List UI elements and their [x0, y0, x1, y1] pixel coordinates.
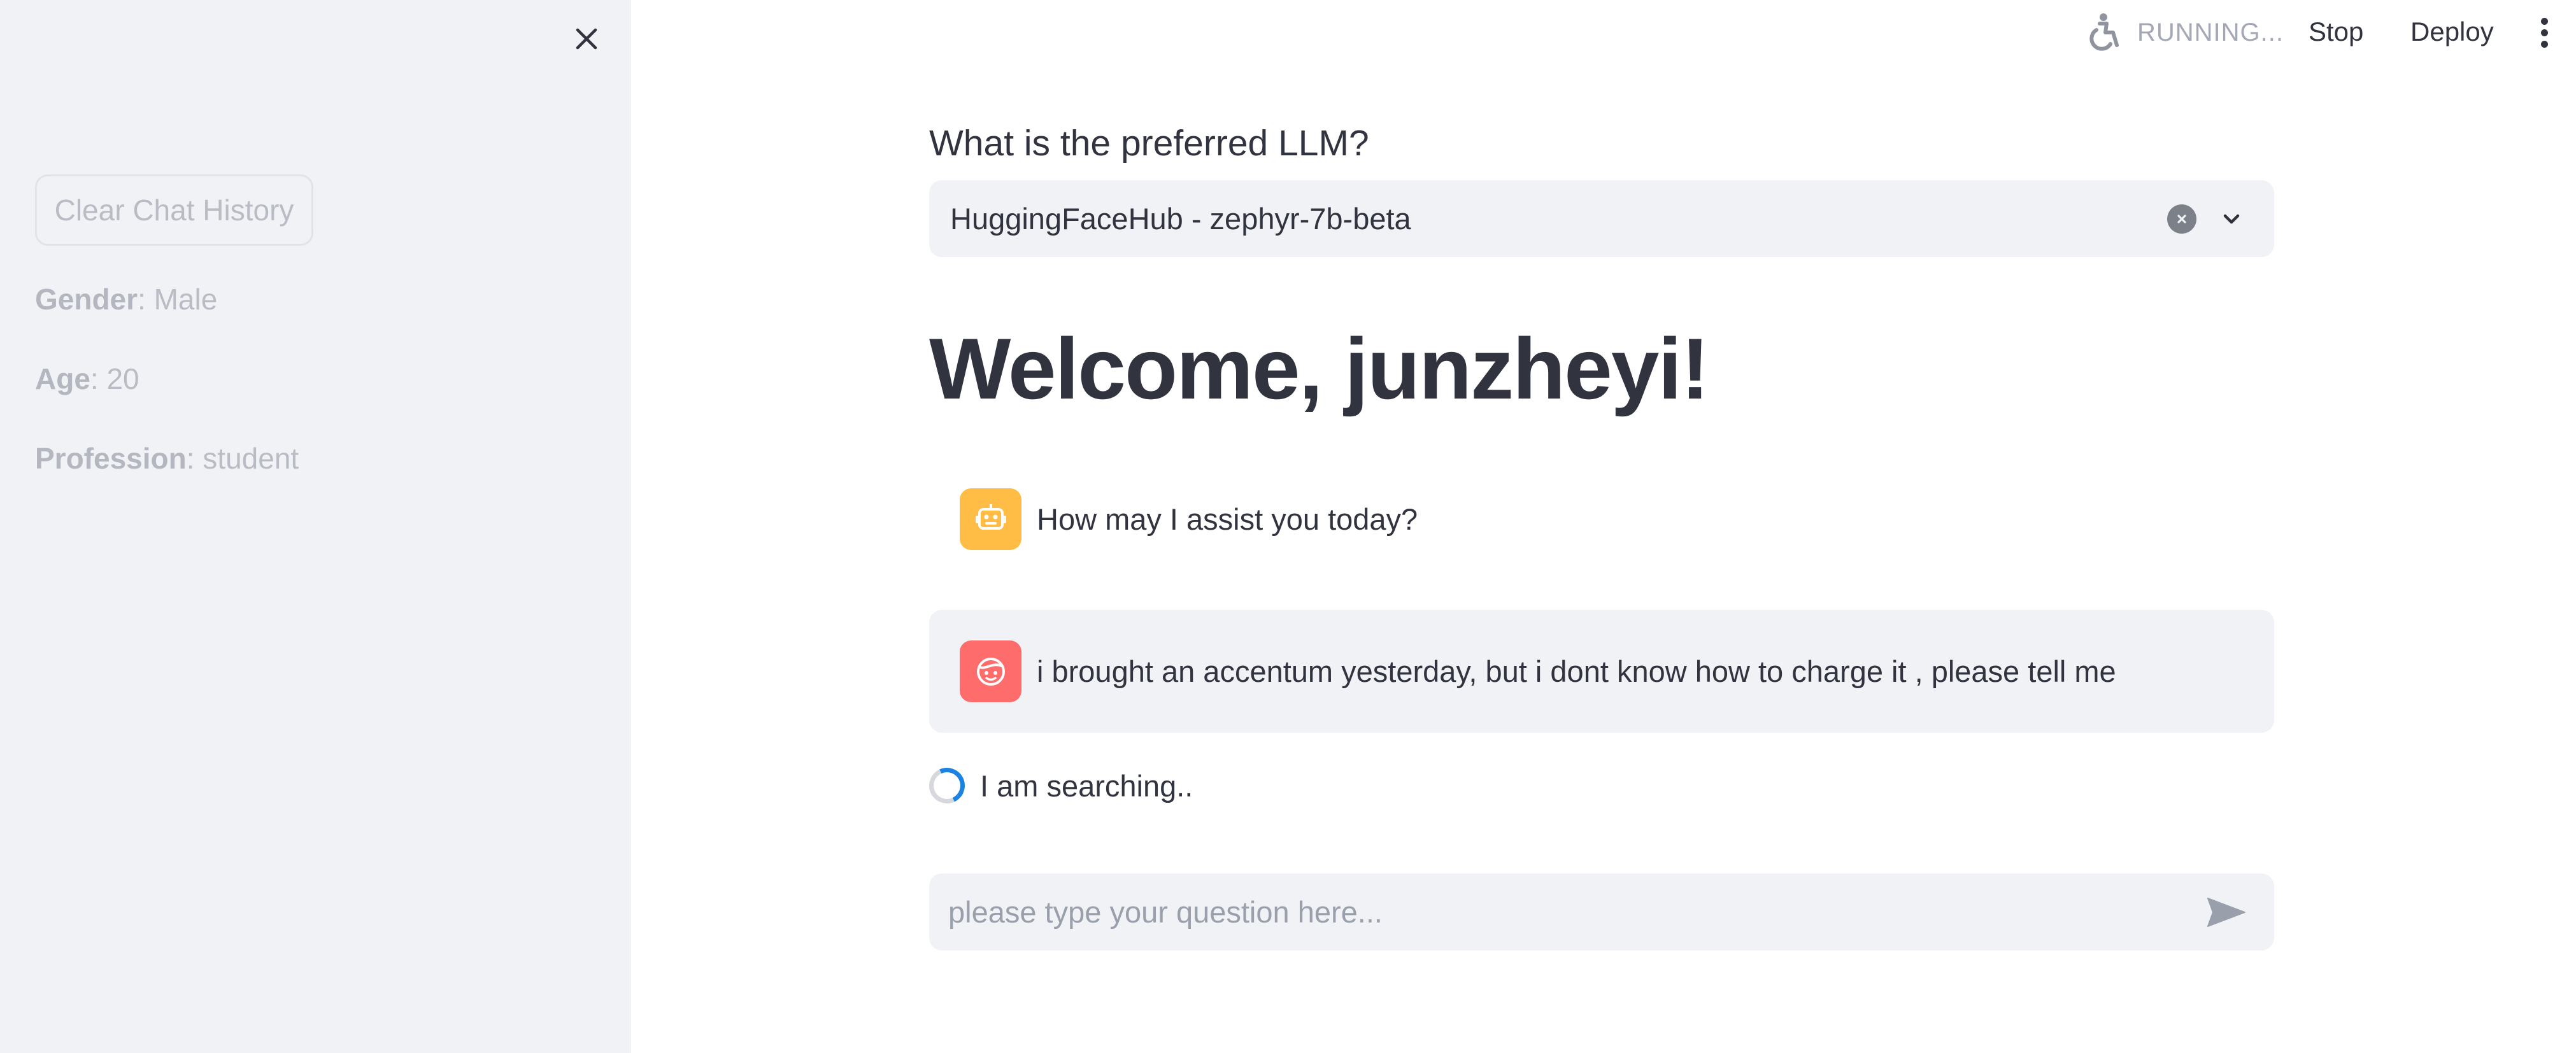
llm-select-value: HuggingFaceHub - zephyr-7b-beta — [950, 202, 1411, 236]
running-status: RUNNING... — [2082, 11, 2284, 53]
profile-profession: Profession: student — [35, 441, 299, 476]
bot-avatar — [960, 488, 1021, 550]
kebab-menu-icon — [2540, 40, 2548, 48]
running-icon — [2089, 13, 2119, 51]
stop-button[interactable]: Stop — [2309, 13, 2363, 51]
clear-chat-history-button[interactable]: Clear Chat History — [35, 174, 313, 246]
chat-input-bar — [929, 873, 2274, 951]
profile-gender: Gender: Male — [35, 282, 217, 316]
profile-age-label: Age — [35, 362, 90, 395]
spinner-icon — [924, 763, 970, 809]
deploy-button[interactable]: Deploy — [2410, 13, 2494, 51]
user-face-icon — [976, 657, 1005, 686]
user-avatar — [960, 640, 1021, 702]
loading-status-text: I am searching.. — [980, 768, 1193, 803]
chevron-down-icon[interactable] — [2217, 204, 2246, 234]
profile-profession-value: : student — [186, 442, 299, 475]
main-menu-button[interactable] — [2531, 14, 2557, 51]
profile-gender-label: Gender — [35, 283, 138, 316]
chat-message-user: i brought an accentum yesterday, but i d… — [929, 610, 2274, 733]
bot-icon — [975, 504, 1006, 530]
app-root: Clear Chat History Gender: Male Age: 20 … — [0, 0, 2576, 1053]
clear-selection-icon[interactable] — [2167, 204, 2196, 234]
profile-age: Age: 20 — [35, 362, 139, 396]
kebab-menu-icon — [2540, 17, 2548, 25]
send-icon — [2207, 897, 2245, 927]
chat-message-text: i brought an accentum yesterday, but i d… — [1037, 654, 2116, 688]
chat-message-assistant: How may I assist you today? — [929, 477, 2274, 560]
chat-input[interactable] — [947, 894, 2204, 930]
profile-gender-value: : Male — [138, 283, 218, 316]
profile-age-value: : 20 — [90, 362, 139, 395]
llm-select-label: What is the preferred LLM? — [929, 123, 1369, 164]
chat-message-text: How may I assist you today? — [1037, 502, 1418, 536]
close-icon — [576, 28, 597, 50]
page-title: Welcome, junzheyi! — [929, 320, 1710, 417]
loading-status: I am searching.. — [924, 763, 1193, 809]
sidebar-close-button[interactable] — [568, 20, 605, 57]
sidebar: Clear Chat History Gender: Male Age: 20 … — [0, 0, 631, 1053]
running-status-text: RUNNING... — [2137, 18, 2284, 46]
profile-profession-label: Profession — [35, 442, 187, 475]
llm-select[interactable]: HuggingFaceHub - zephyr-7b-beta — [929, 180, 2274, 257]
kebab-menu-icon — [2540, 29, 2548, 36]
send-button[interactable] — [2204, 890, 2249, 935]
